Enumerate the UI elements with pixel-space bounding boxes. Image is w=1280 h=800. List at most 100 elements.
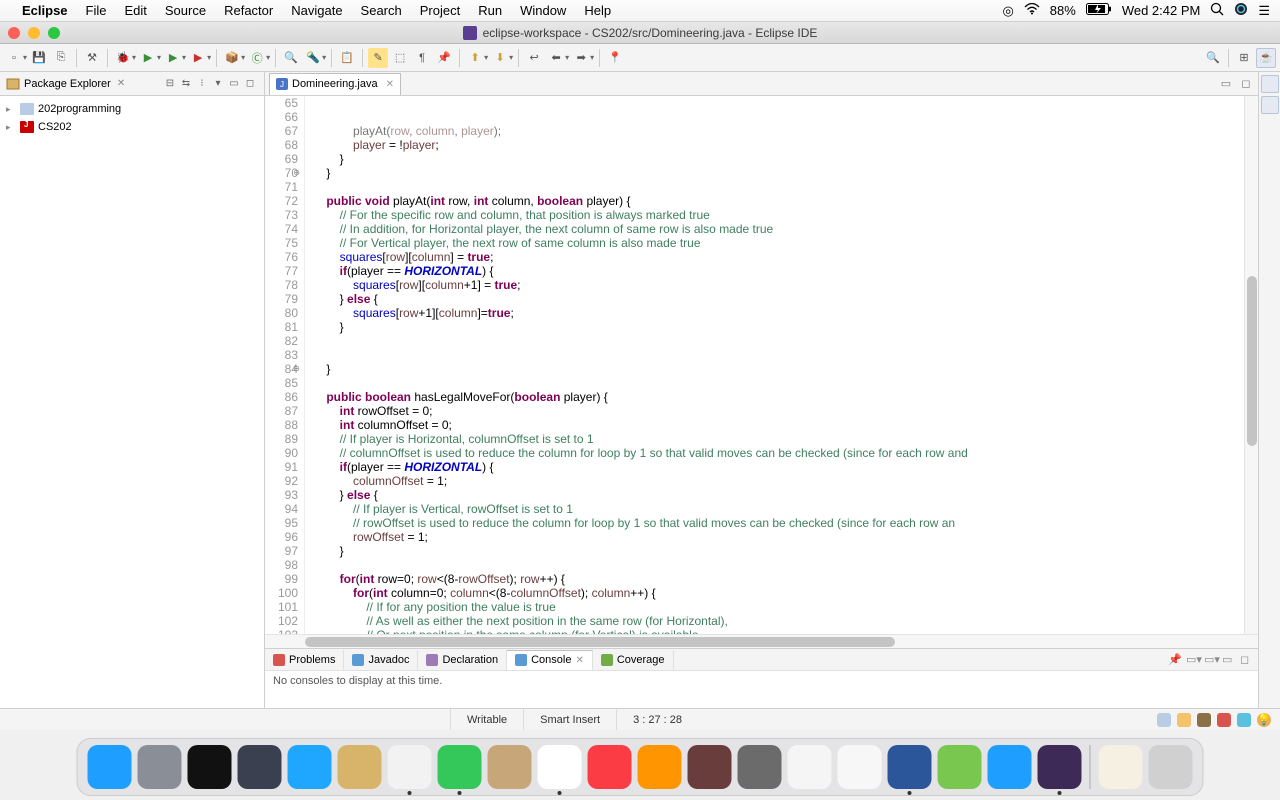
dock-app-chrome[interactable] <box>388 745 432 789</box>
package-explorer-tab[interactable]: Package Explorer ✕ ⊟ ⇆ ⁝ ▾ ▭ ◻ <box>0 72 264 96</box>
pin-editor-button[interactable]: 📌 <box>434 48 454 68</box>
next-annotation-button[interactable]: ⬇ <box>490 48 510 68</box>
tree-item-202programming[interactable]: ▸202programming <box>6 100 258 118</box>
maximize-bottom-icon[interactable]: ◻ <box>1240 653 1258 666</box>
close-view-icon[interactable]: ✕ <box>117 78 125 89</box>
debug-button[interactable]: 🐞 <box>113 48 133 68</box>
new-class-button[interactable]: Ⓒ <box>247 48 267 68</box>
bottom-tab-problems[interactable]: Problems <box>265 650 344 670</box>
dock-app-text-editor[interactable] <box>338 745 382 789</box>
dock-app-launchpad[interactable] <box>138 745 182 789</box>
status-icon-1[interactable] <box>1157 713 1171 727</box>
task-button[interactable]: 📋 <box>337 48 357 68</box>
toggle-mark-button[interactable]: ✎ <box>368 48 388 68</box>
bottom-tab-declaration[interactable]: Declaration <box>418 650 507 670</box>
dock-notes[interactable] <box>1099 745 1143 789</box>
notification-center-icon[interactable]: ☰ <box>1258 3 1270 19</box>
dock-app-contacts[interactable] <box>488 745 532 789</box>
maximize-view-icon[interactable]: ◻ <box>242 76 258 92</box>
vertical-scroll-thumb[interactable] <box>1247 276 1257 446</box>
menu-window[interactable]: Window <box>520 3 566 18</box>
close-window-button[interactable] <box>8 27 20 39</box>
pin-console-icon[interactable]: 📌 <box>1168 653 1186 666</box>
menu-refactor[interactable]: Refactor <box>224 3 273 18</box>
battery-icon[interactable] <box>1086 3 1112 18</box>
bottom-tab-coverage[interactable]: Coverage <box>593 650 674 670</box>
last-edit-button[interactable]: ↩ <box>524 48 544 68</box>
dock-app-finder[interactable] <box>88 745 132 789</box>
dock-app-calendar[interactable] <box>538 745 582 789</box>
open-perspective-button[interactable]: ⊞ <box>1234 48 1254 68</box>
forward-button[interactable]: ➡ <box>571 48 591 68</box>
dock-app-word[interactable] <box>888 745 932 789</box>
open-type-button[interactable]: 🔍 <box>281 48 301 68</box>
minimize-window-button[interactable] <box>28 27 40 39</box>
macos-dock[interactable] <box>77 738 1204 796</box>
search-button[interactable]: 🔦 <box>303 48 323 68</box>
menu-search[interactable]: Search <box>361 3 402 18</box>
dock-app-torrent[interactable] <box>938 745 982 789</box>
menu-project[interactable]: Project <box>420 3 460 18</box>
show-whitespace-button[interactable]: ¶ <box>412 48 432 68</box>
dock-app-safari[interactable] <box>988 745 1032 789</box>
minimize-bottom-icon[interactable]: ▭ <box>1222 653 1240 666</box>
focus-icon[interactable]: ⁝ <box>194 76 210 92</box>
view-menu-icon[interactable]: ▾ <box>210 76 226 92</box>
code-editor[interactable]: 656667686970⊖717273747576777879808182838… <box>265 96 1258 634</box>
clock[interactable]: Wed 2:42 PM <box>1122 3 1201 18</box>
maximize-editor-icon[interactable]: ◻ <box>1238 76 1254 92</box>
dock-app-music[interactable] <box>588 745 632 789</box>
cast-icon[interactable]: ◎ <box>1002 3 1013 19</box>
zoom-window-button[interactable] <box>48 27 60 39</box>
siri-icon[interactable] <box>1234 2 1248 19</box>
vertical-scrollbar[interactable] <box>1244 96 1258 634</box>
spotlight-icon[interactable] <box>1210 2 1224 19</box>
tree-item-cs202[interactable]: ▸CS202 <box>6 118 258 136</box>
bottom-tab-javadoc[interactable]: Javadoc <box>344 650 418 670</box>
display-selected-icon[interactable]: ▭▾ <box>1186 653 1204 666</box>
status-icon-3[interactable] <box>1197 713 1211 727</box>
menu-file[interactable]: File <box>86 3 107 18</box>
close-bottom-tab-icon[interactable]: ✕ <box>575 655 583 666</box>
minimize-editor-icon[interactable]: ▭ <box>1218 76 1234 92</box>
save-button[interactable]: 💾 <box>29 48 49 68</box>
menu-run[interactable]: Run <box>478 3 502 18</box>
save-all-button[interactable]: ⎘ <box>51 48 71 68</box>
external-tools-button[interactable]: ▶ <box>188 48 208 68</box>
dock-app-app-store[interactable] <box>288 745 332 789</box>
status-icon-5[interactable] <box>1237 713 1251 727</box>
collapse-all-icon[interactable]: ⊟ <box>162 76 178 92</box>
outline-view-shortcut[interactable] <box>1261 75 1279 93</box>
quick-access-icon[interactable]: 🔍 <box>1203 48 1223 68</box>
editor-tab-domineering[interactable]: J Domineering.java ✕ <box>269 73 401 95</box>
menu-navigate[interactable]: Navigate <box>291 3 342 18</box>
app-menu[interactable]: Eclipse <box>22 3 68 18</box>
menu-source[interactable]: Source <box>165 3 206 18</box>
link-editor-icon[interactable]: ⇆ <box>178 76 194 92</box>
tip-of-day-icon[interactable]: 💡 <box>1257 713 1271 727</box>
dock-app-photos[interactable] <box>838 745 882 789</box>
wifi-icon[interactable] <box>1024 3 1040 18</box>
pin-console-button[interactable]: 📍 <box>605 48 625 68</box>
bottom-tab-console[interactable]: Console ✕ <box>507 650 593 670</box>
menu-help[interactable]: Help <box>584 3 611 18</box>
new-package-button[interactable]: 📦 <box>222 48 242 68</box>
toggle-block-button[interactable]: ⬚ <box>390 48 410 68</box>
build-button[interactable]: ⚒ <box>82 48 102 68</box>
project-tree[interactable]: ▸202programming▸CS202 <box>0 96 264 140</box>
open-console-icon[interactable]: ▭▾ <box>1204 653 1222 666</box>
dock-app-photo-booth[interactable] <box>688 745 732 789</box>
menu-edit[interactable]: Edit <box>124 3 146 18</box>
dock-trash[interactable] <box>1149 745 1193 789</box>
coverage-button[interactable]: ▶ <box>163 48 183 68</box>
horizontal-scroll-thumb[interactable] <box>305 637 895 647</box>
dock-app-books[interactable] <box>638 745 682 789</box>
new-button[interactable]: ▫ <box>4 48 24 68</box>
dock-app-mission-control[interactable] <box>238 745 282 789</box>
prev-annotation-button[interactable]: ⬆ <box>465 48 485 68</box>
back-button[interactable]: ⬅ <box>546 48 566 68</box>
dock-app-eclipse[interactable] <box>1038 745 1082 789</box>
dock-app-siri[interactable] <box>188 745 232 789</box>
task-list-shortcut[interactable] <box>1261 96 1279 114</box>
run-button[interactable]: ▶ <box>138 48 158 68</box>
